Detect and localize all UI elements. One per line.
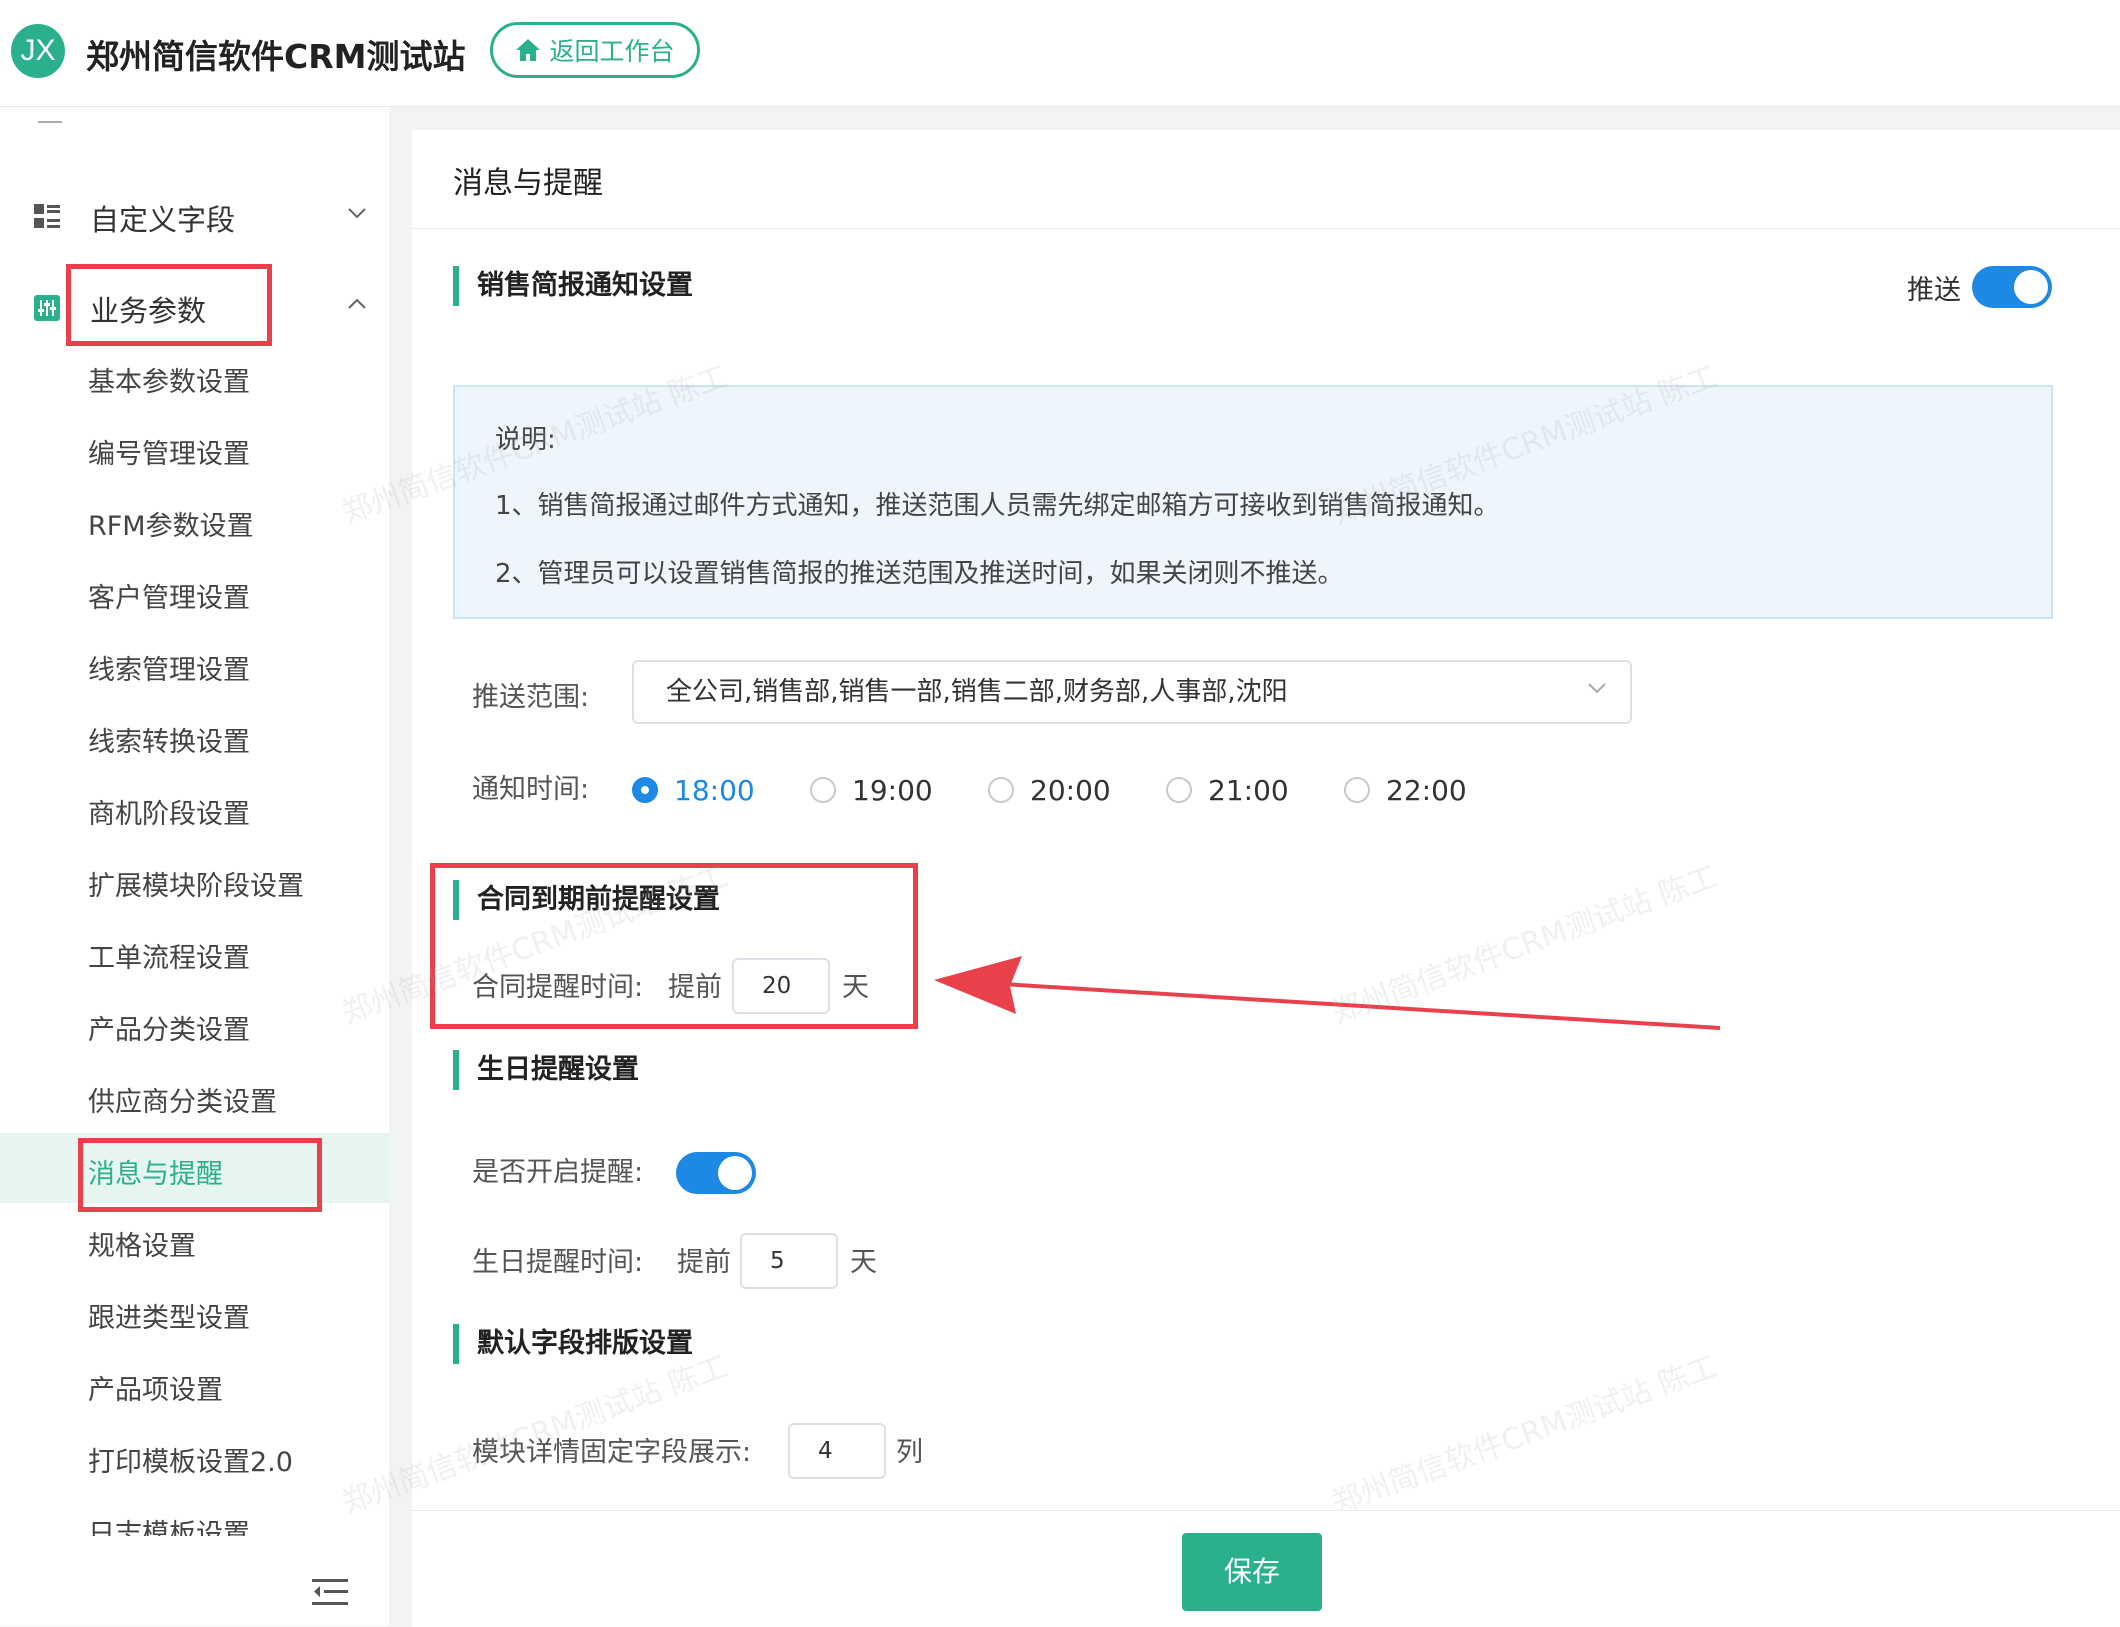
sidebar-item-customer[interactable]: 客户管理设置	[88, 576, 250, 615]
sidebar-item-specification[interactable]: 规格设置	[88, 1224, 196, 1263]
annotation-arrow	[934, 956, 1721, 1030]
sidebar-item-label: 自定义字段	[90, 203, 236, 237]
layout-columns-input[interactable]: 4	[788, 1423, 886, 1479]
contract-prefix: 提前	[668, 972, 722, 1003]
radio-circle-checked	[632, 777, 658, 803]
push-scope-label: 推送范围:	[472, 682, 590, 713]
birthday-days-input[interactable]: 5	[740, 1233, 838, 1289]
radio-label: 20:00	[1030, 773, 1111, 807]
push-scope-value: 全公司,销售部,销售一部,销售二部,财务部,人事部,沈阳	[666, 677, 1288, 707]
radio-circle	[988, 777, 1014, 803]
push-scope-select[interactable]: 全公司,销售部,销售一部,销售二部,财务部,人事部,沈阳	[632, 660, 1632, 724]
radio-label: 18:00	[674, 773, 755, 807]
radio-label: 22:00	[1386, 773, 1467, 807]
sidebar-item-supplier-category[interactable]: 供应商分类设置	[88, 1080, 277, 1119]
sliders-icon	[34, 295, 60, 321]
contract-unit: 天	[842, 972, 869, 1003]
radio-time-2200[interactable]: 22:00	[1344, 770, 1467, 810]
birthday-unit: 天	[850, 1247, 877, 1278]
sidebar-scroll-indicator	[38, 121, 62, 123]
birthday-time-label: 生日提醒时间:	[472, 1247, 644, 1278]
highlight-box-business-params	[66, 264, 272, 346]
radio-time-2100[interactable]: 21:00	[1166, 770, 1289, 810]
chevron-down-icon	[1588, 683, 1606, 694]
list-grid-icon	[34, 204, 60, 228]
sidebar-item-log-template[interactable]: 日志模板设置	[88, 1512, 250, 1536]
page-title: 消息与提醒	[453, 166, 603, 201]
push-toggle[interactable]	[1972, 266, 2052, 308]
birthday-prefix: 提前	[677, 1247, 731, 1278]
sidebar-item-workorder-flow[interactable]: 工单流程设置	[88, 936, 250, 975]
layout-columns-unit: 列	[896, 1437, 923, 1468]
app-title: 郑州简信软件CRM测试站	[86, 37, 466, 76]
radio-time-1800[interactable]: 18:00	[632, 770, 755, 810]
radio-circle	[810, 777, 836, 803]
sidebar-item-extension-stage[interactable]: 扩展模块阶段设置	[88, 864, 304, 903]
radio-label: 21:00	[1208, 773, 1289, 807]
section-title-sales-report: 销售简报通知设置	[453, 266, 693, 306]
home-icon	[516, 39, 541, 61]
sidebar-item-rfm[interactable]: RFM参数设置	[88, 504, 254, 543]
contract-days-input[interactable]: 20	[732, 958, 830, 1014]
radio-time-1900[interactable]: 19:00	[810, 770, 933, 810]
sidebar-item-lead-management[interactable]: 线索管理设置	[88, 648, 250, 687]
radio-circle	[1166, 777, 1192, 803]
radio-circle	[1344, 777, 1370, 803]
title-divider	[412, 228, 2120, 229]
return-workbench-button[interactable]: 返回工作台	[490, 22, 700, 78]
chevron-up-icon	[348, 298, 366, 309]
section-title-birthday: 生日提醒设置	[453, 1050, 639, 1090]
section-title-contract: 合同到期前提醒设置	[453, 880, 720, 920]
push-label: 推送	[1907, 275, 1961, 306]
app-logo: JX	[11, 24, 65, 78]
collapse-menu-icon[interactable]	[312, 1577, 348, 1607]
birthday-enable-label: 是否开启提醒:	[472, 1157, 644, 1188]
sidebar-item-product-category[interactable]: 产品分类设置	[88, 1008, 250, 1047]
info-line-2: 2、管理员可以设置销售简报的推送范围及推送时间，如果关闭则不推送。	[495, 559, 1344, 589]
main-content: 消息与提醒 销售简报通知设置 推送 说明: 1、销售简报通过邮件方式通知，推送范…	[412, 130, 2120, 1510]
sidebar: 自定义字段 业务参数 基本参数设置 编号管理设置 RFM参数设置 客户管理设置 …	[0, 107, 389, 1626]
birthday-toggle[interactable]	[676, 1152, 756, 1194]
save-button[interactable]: 保存	[1182, 1533, 1322, 1611]
footer-bar: 保存	[412, 1510, 2120, 1627]
radio-label: 19:00	[852, 773, 933, 807]
return-workbench-label: 返回工作台	[549, 37, 675, 66]
section-title-layout: 默认字段排版设置	[453, 1324, 693, 1364]
contract-time-label: 合同提醒时间:	[472, 972, 644, 1003]
sidebar-item-product-item[interactable]: 产品项设置	[88, 1368, 223, 1407]
info-title: 说明:	[495, 425, 556, 455]
radio-time-2000[interactable]: 20:00	[988, 770, 1111, 810]
sidebar-item-opportunity-stage[interactable]: 商机阶段设置	[88, 792, 250, 831]
sidebar-item-basic-params[interactable]: 基本参数设置	[88, 360, 250, 399]
top-header: JX 郑州简信软件CRM测试站 返回工作台	[0, 0, 2120, 107]
chevron-down-icon	[348, 208, 366, 219]
sidebar-item-custom-fields[interactable]: 自定义字段	[0, 187, 389, 247]
info-line-1: 1、销售简报通过邮件方式通知，推送范围人员需先绑定邮箱方可接收到销售简报通知。	[495, 491, 1500, 521]
sidebar-item-lead-conversion[interactable]: 线索转换设置	[88, 720, 250, 759]
sidebar-item-message-reminder[interactable]: 消息与提醒	[88, 1152, 223, 1191]
notify-time-label: 通知时间:	[472, 774, 590, 805]
sidebar-item-print-template[interactable]: 打印模板设置2.0	[88, 1440, 293, 1479]
sidebar-item-numbering[interactable]: 编号管理设置	[88, 432, 250, 471]
sidebar-item-followup-type[interactable]: 跟进类型设置	[88, 1296, 250, 1335]
info-box: 说明: 1、销售简报通过邮件方式通知，推送范围人员需先绑定邮箱方可接收到销售简报…	[453, 385, 2053, 619]
layout-columns-label: 模块详情固定字段展示:	[472, 1437, 752, 1468]
